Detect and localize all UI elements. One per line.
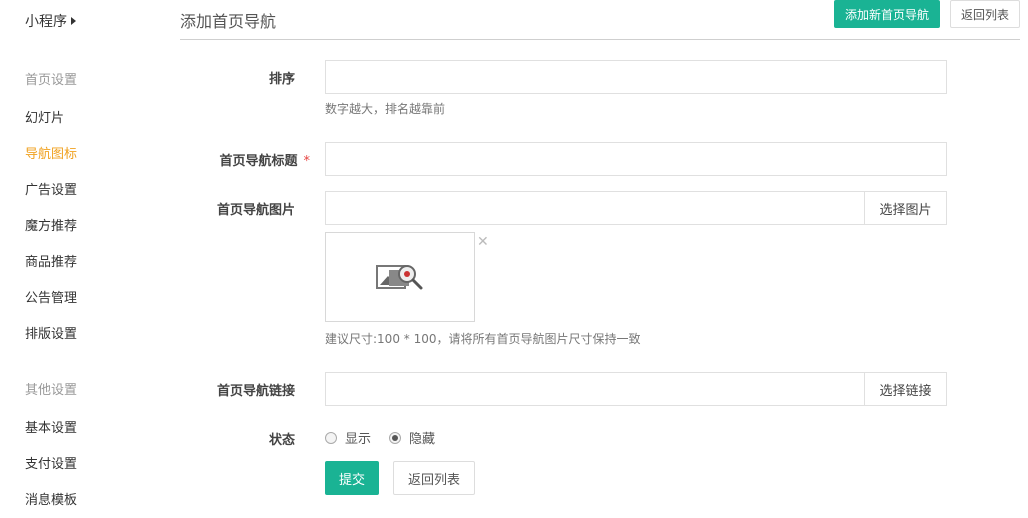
nav-title-label-text: 首页导航标题 [219, 154, 298, 169]
page-title: 添加首页导航 [180, 12, 277, 31]
select-image-button[interactable]: 选择图片 [864, 192, 946, 224]
nav-link-label: 首页导航链接 [216, 384, 295, 399]
image-placeholder-icon [376, 265, 423, 290]
sidebar-app-label: 小程序 [25, 14, 67, 30]
nav-title-input[interactable] [325, 142, 947, 176]
sort-label: 排序 [268, 72, 295, 87]
sidebar-item-layout[interactable]: 排版设置 [25, 323, 77, 342]
back-button[interactable]: 返回列表 [393, 461, 475, 495]
sort-input[interactable] [325, 60, 947, 94]
nav-link-group: 选择链接 [325, 372, 947, 406]
sidebar-item-payment[interactable]: 支付设置 [25, 453, 77, 472]
status-label: 状态 [268, 433, 295, 448]
required-mark: * [303, 154, 311, 169]
add-nav-button[interactable]: 添加新首页导航 [834, 0, 940, 28]
submit-button[interactable]: 提交 [325, 461, 379, 495]
nav-image-help-text: 建议尺寸:100 * 100，请将所有首页导航图片尺寸保持一致 [325, 332, 641, 346]
nav-link-input[interactable] [326, 373, 864, 405]
sidebar-item-cube[interactable]: 魔方推荐 [25, 215, 77, 234]
sidebar-group-title: 其他设置 [25, 383, 78, 398]
nav-image-input[interactable] [326, 192, 864, 224]
sidebar-item-notice[interactable]: 公告管理 [25, 287, 77, 306]
sidebar-item-ads[interactable]: 广告设置 [25, 179, 77, 198]
status-show-radio[interactable]: 显示 [325, 428, 371, 447]
remove-image-icon[interactable]: ✕ [477, 234, 489, 250]
sidebar-item-nav-icons[interactable]: 导航图标 [25, 143, 77, 162]
select-link-button[interactable]: 选择链接 [864, 373, 946, 405]
sort-help-text: 数字越大，排名越靠前 [325, 102, 446, 116]
status-radio-group: 显示 隐藏 [325, 428, 453, 447]
radio-checked-icon [389, 431, 402, 444]
sidebar-item-goods[interactable]: 商品推荐 [25, 251, 77, 270]
sidebar-item-basic[interactable]: 基本设置 [25, 417, 77, 436]
back-to-list-button[interactable]: 返回列表 [950, 0, 1020, 28]
radio-unchecked-icon [325, 431, 337, 444]
sidebar-app-switcher[interactable]: 小程序 [25, 11, 76, 31]
page-header: 添加首页导航 添加新首页导航 返回列表 [180, 0, 1020, 40]
image-preview[interactable] [325, 232, 475, 322]
nav-image-label: 首页导航图片 [216, 203, 295, 218]
sidebar-item-message-template[interactable]: 消息模板 [25, 489, 77, 508]
status-hide-label: 隐藏 [409, 432, 436, 447]
sidebar-item-slides[interactable]: 幻灯片 [25, 107, 64, 126]
sidebar-group-title: 首页设置 [25, 73, 78, 88]
status-show-label: 显示 [345, 432, 372, 447]
status-hide-radio[interactable]: 隐藏 [389, 428, 435, 447]
nav-title-label: 首页导航标题 * [130, 150, 310, 169]
caret-right-icon [71, 17, 76, 25]
nav-image-group: 选择图片 [325, 191, 947, 225]
